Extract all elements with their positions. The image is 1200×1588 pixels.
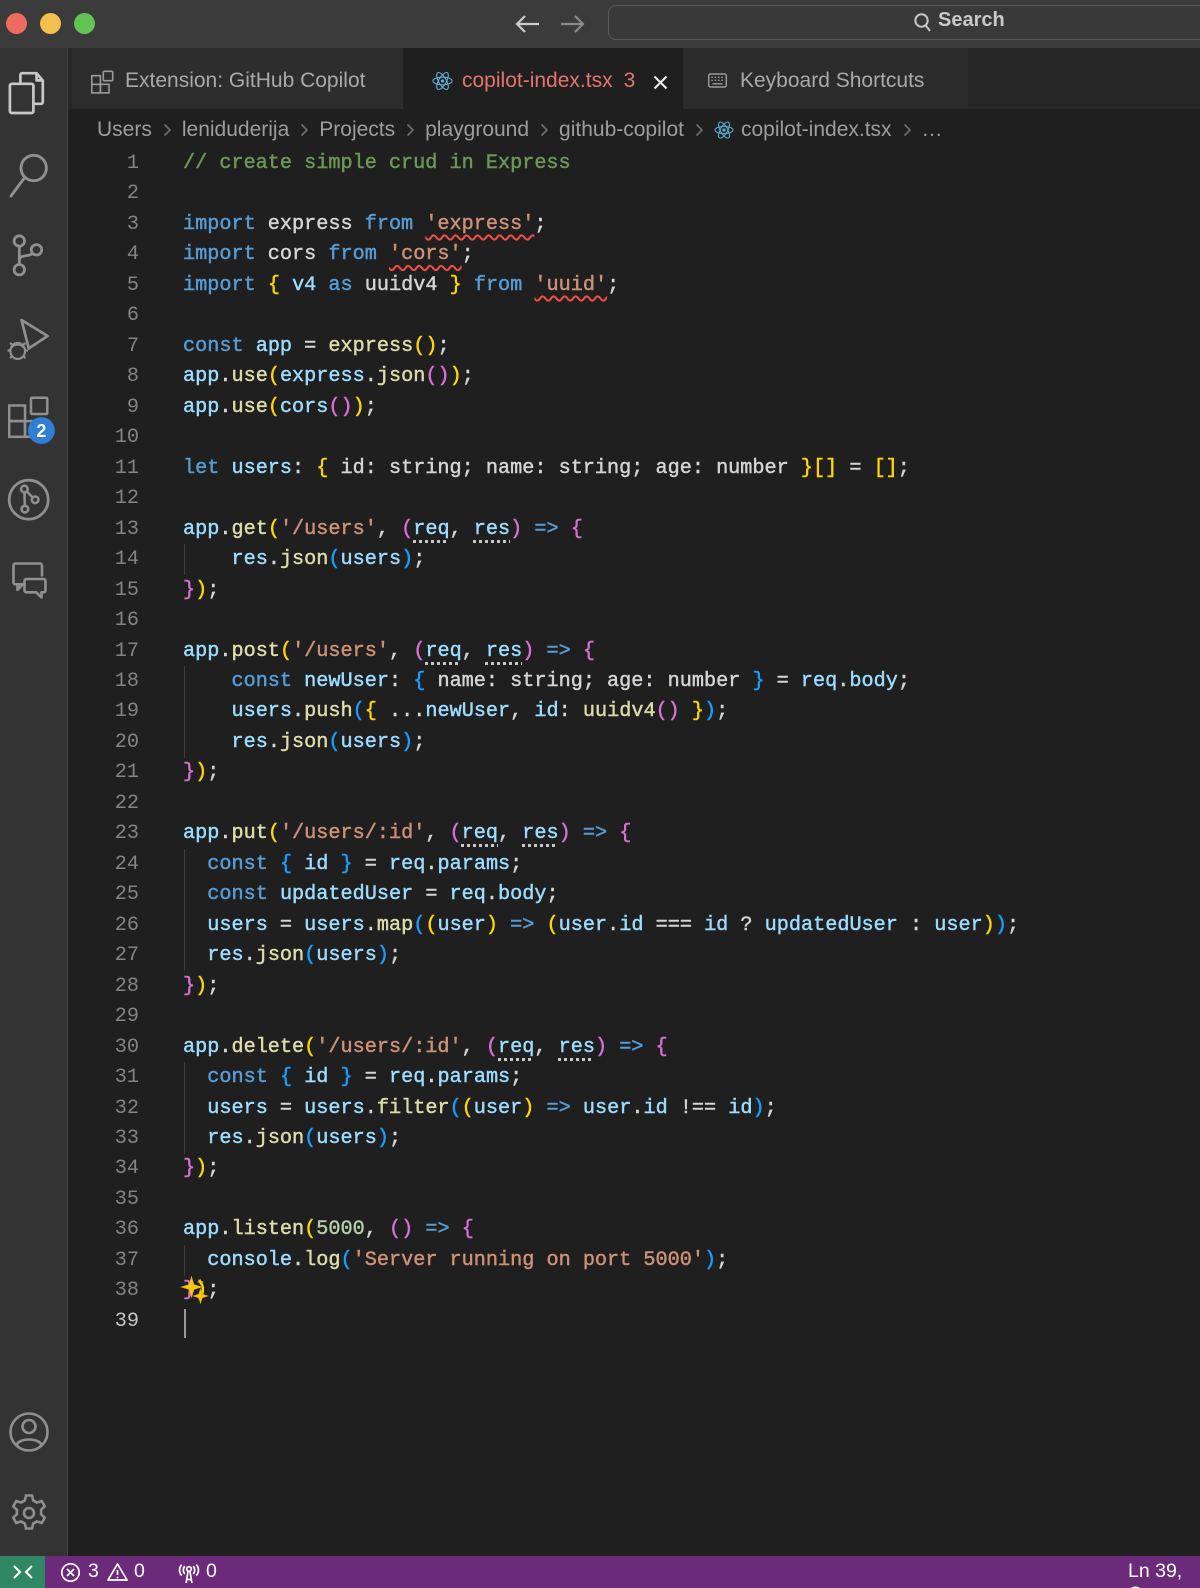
svg-text:2: 2 xyxy=(36,421,46,441)
